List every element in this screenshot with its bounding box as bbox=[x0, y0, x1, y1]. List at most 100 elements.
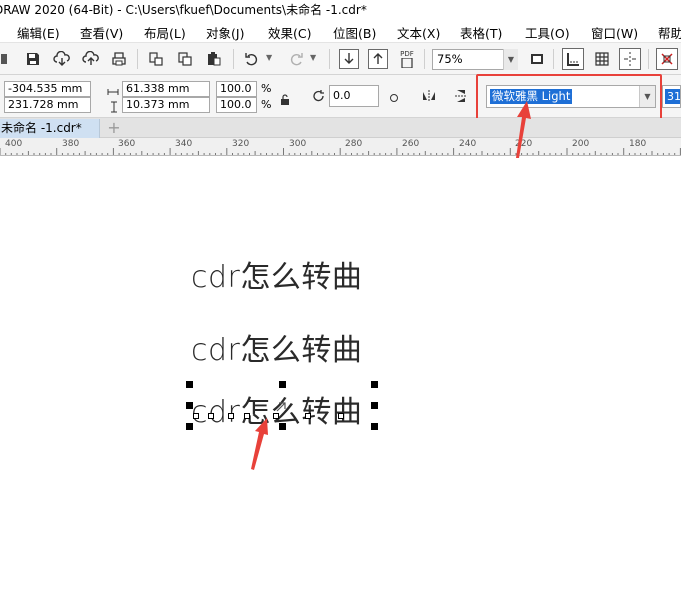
selection-handle[interactable] bbox=[371, 381, 378, 388]
character-node[interactable] bbox=[193, 413, 199, 419]
x-position-field[interactable]: -304.535 mm bbox=[4, 81, 91, 97]
cut-icon[interactable] bbox=[145, 48, 167, 70]
menu-layout[interactable]: 布局(L) bbox=[144, 23, 186, 42]
separator bbox=[329, 49, 330, 69]
chevron-down-icon[interactable]: ▼ bbox=[310, 53, 320, 63]
save-icon[interactable] bbox=[22, 48, 44, 70]
percent-label: % bbox=[261, 98, 272, 111]
ruler-label: 200 bbox=[572, 139, 590, 149]
menu-effects[interactable]: 效果(C) bbox=[268, 23, 311, 42]
cloud-upload-icon[interactable] bbox=[80, 48, 102, 70]
coreldraw-window: DRAW 2020 (64-Bit) - C:\Users\fkuef\Docu… bbox=[0, 0, 681, 606]
character-node[interactable] bbox=[338, 413, 344, 419]
scale-x-value: 100.0 bbox=[220, 82, 252, 95]
selection-handle[interactable] bbox=[371, 402, 378, 409]
cloud-download-icon[interactable] bbox=[51, 48, 73, 70]
canvas-text-1[interactable]: cdr怎么转曲 bbox=[191, 252, 362, 296]
ruler-label: 360 bbox=[118, 139, 136, 149]
ruler-label: 280 bbox=[345, 139, 363, 149]
menu-object[interactable]: 对象(J) bbox=[206, 23, 244, 42]
width-value: 61.338 mm bbox=[126, 82, 190, 95]
selection-handle[interactable] bbox=[279, 423, 286, 430]
drawing-canvas[interactable]: cdr怎么转曲 cdr怎么转曲 cdr怎么转曲 bbox=[0, 156, 681, 606]
mirror-vertical-icon[interactable] bbox=[453, 88, 469, 104]
y-position-field[interactable]: 231.728 mm bbox=[4, 97, 91, 113]
character-node[interactable] bbox=[208, 413, 214, 419]
publish-pdf-icon[interactable]: PDF bbox=[396, 48, 418, 70]
menu-window[interactable]: 窗口(W) bbox=[591, 23, 638, 42]
menu-help[interactable]: 帮助 bbox=[658, 23, 681, 42]
ruler-label: 340 bbox=[175, 139, 193, 149]
rotation-value: 0.0 bbox=[333, 89, 351, 102]
scale-y-field[interactable]: 100.0 bbox=[216, 97, 257, 113]
ruler-label: 400 bbox=[5, 139, 23, 149]
character-node[interactable] bbox=[228, 413, 234, 419]
undo-icon[interactable] bbox=[241, 48, 263, 70]
selection-handle[interactable] bbox=[279, 381, 286, 388]
ruler-label: 320 bbox=[232, 139, 250, 149]
paste-icon[interactable] bbox=[203, 48, 225, 70]
chevron-down-icon[interactable]: ▼ bbox=[639, 86, 655, 107]
scale-x-field[interactable]: 100.0 bbox=[216, 81, 257, 97]
lock-ratio-icon[interactable] bbox=[280, 91, 290, 105]
title-bar: DRAW 2020 (64-Bit) - C:\Users\fkuef\Docu… bbox=[0, 0, 681, 20]
x-position-value: -304.535 mm bbox=[8, 82, 83, 95]
height-value: 10.373 mm bbox=[126, 98, 190, 111]
print-icon[interactable] bbox=[108, 48, 130, 70]
selection-handle[interactable] bbox=[186, 381, 193, 388]
height-icon bbox=[108, 98, 120, 113]
character-node[interactable] bbox=[305, 413, 311, 419]
horizontal-ruler[interactable]: 400 380 360 340 320 300 280 260 240 220 … bbox=[0, 138, 681, 156]
full-screen-icon[interactable] bbox=[526, 48, 548, 70]
ruler-label: 300 bbox=[289, 139, 307, 149]
separator bbox=[233, 49, 234, 69]
zoom-level-value: 75% bbox=[437, 52, 463, 66]
font-family-select[interactable]: 微软雅黑 Light ▼ bbox=[486, 85, 656, 108]
menu-table[interactable]: 表格(T) bbox=[460, 23, 502, 42]
menu-edit[interactable]: 编辑(E) bbox=[17, 23, 60, 42]
selection-handle[interactable] bbox=[186, 402, 193, 409]
scale-y-value: 100.0 bbox=[220, 98, 252, 111]
separator bbox=[424, 49, 425, 69]
rulers-icon[interactable] bbox=[562, 48, 584, 70]
guidelines-icon[interactable] bbox=[619, 48, 641, 70]
selection-handle[interactable] bbox=[186, 423, 193, 430]
ruler-label: 220 bbox=[515, 139, 533, 149]
origin-icon[interactable] bbox=[389, 88, 399, 102]
pdf-label: PDF bbox=[400, 50, 414, 58]
separator bbox=[648, 49, 649, 69]
menu-bar: 编辑(E) 查看(V) 布局(L) 对象(J) 效果(C) 位图(B) 文本(X… bbox=[0, 20, 681, 42]
character-node[interactable] bbox=[244, 413, 250, 419]
menu-bitmaps[interactable]: 位图(B) bbox=[333, 23, 376, 42]
font-size-field[interactable]: 31. bbox=[662, 85, 681, 108]
canvas-text-2[interactable]: cdr怎么转曲 bbox=[191, 325, 362, 369]
character-node[interactable] bbox=[273, 413, 279, 419]
height-field[interactable]: 10.373 mm bbox=[122, 97, 210, 113]
copy-icon[interactable] bbox=[174, 48, 196, 70]
center-marker-icon bbox=[276, 397, 286, 412]
chevron-down-icon[interactable]: ▼ bbox=[266, 53, 276, 63]
snap-icon[interactable] bbox=[656, 48, 678, 70]
add-tab-button[interactable]: + bbox=[104, 119, 124, 138]
menu-view[interactable]: 查看(V) bbox=[80, 23, 123, 42]
zoom-dropdown-icon[interactable]: ▼ bbox=[503, 49, 518, 70]
grid-icon[interactable] bbox=[591, 48, 613, 70]
ruler-label: 260 bbox=[402, 139, 420, 149]
ruler-label: 240 bbox=[459, 139, 477, 149]
width-icon bbox=[107, 83, 119, 95]
export-icon[interactable] bbox=[368, 49, 388, 69]
rotate-icon bbox=[311, 88, 327, 104]
ruler-label: 380 bbox=[62, 139, 80, 149]
mirror-horizontal-icon[interactable] bbox=[421, 88, 437, 104]
document-tab[interactable]: 未命名 -1.cdr* bbox=[0, 119, 100, 138]
separator bbox=[137, 49, 138, 69]
rotation-field[interactable]: 0.0 bbox=[329, 85, 379, 107]
menu-tools[interactable]: 工具(O) bbox=[525, 23, 570, 42]
selection-handle[interactable] bbox=[371, 423, 378, 430]
menu-text[interactable]: 文本(X) bbox=[397, 23, 440, 42]
separator bbox=[553, 49, 554, 69]
width-field[interactable]: 61.338 mm bbox=[122, 81, 210, 97]
import-icon[interactable] bbox=[339, 49, 359, 69]
font-size-value: 31. bbox=[665, 89, 680, 104]
redo-icon[interactable] bbox=[285, 48, 307, 70]
